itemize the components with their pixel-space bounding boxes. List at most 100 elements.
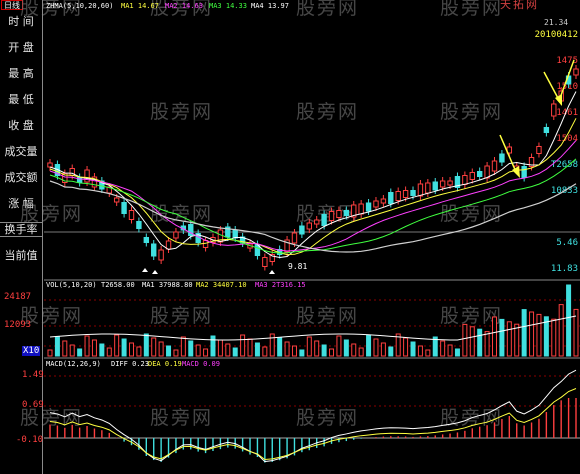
- candle-body: [113, 197, 120, 203]
- candle-body: [47, 162, 53, 168]
- candle-body: [343, 210, 350, 216]
- volume-bar: [210, 335, 216, 357]
- price-low-label: 9.81: [288, 262, 308, 271]
- volume-bar: [166, 345, 172, 357]
- watermark-text: 股旁网: [296, 203, 359, 225]
- volume-bar: [410, 341, 416, 357]
- watermark-text: 股旁网: [440, 203, 503, 225]
- candle-body: [373, 200, 379, 208]
- candle-body: [491, 160, 498, 172]
- candle-body: [299, 225, 305, 235]
- volume-bar: [343, 339, 349, 357]
- macd-axis-top: 1.49: [22, 370, 44, 380]
- volume-bar: [195, 344, 201, 357]
- volume-bar: [247, 338, 253, 357]
- candle-body: [314, 219, 320, 225]
- volume-bar: [454, 348, 460, 357]
- volume-bar: [477, 328, 483, 357]
- volume-bar: [380, 342, 386, 357]
- candle-body: [469, 172, 475, 180]
- volume-bar: [462, 323, 468, 357]
- volume-bar: [447, 344, 453, 357]
- volume-bar: [254, 342, 260, 357]
- watermark-text: 股旁网: [440, 0, 503, 19]
- ma3-value: MA3 14.33: [209, 2, 247, 10]
- low-marker: [152, 270, 158, 274]
- candle-body: [543, 127, 550, 133]
- candle-body: [262, 257, 268, 267]
- signal-arrow: [543, 71, 560, 101]
- candle-body: [536, 146, 542, 154]
- volume-bar: [366, 334, 372, 357]
- candle-body: [143, 237, 150, 243]
- candle-body: [121, 202, 127, 214]
- watermark-text: 股旁网: [296, 305, 359, 327]
- volume-bar: [403, 337, 409, 357]
- volume-bar: [240, 334, 246, 357]
- volume-bar: [521, 309, 527, 357]
- watermark-text: 股旁网: [296, 407, 359, 429]
- signal-arrowhead: [512, 166, 520, 178]
- candle-body: [447, 180, 453, 186]
- macd-value: MACD 0.09: [182, 360, 220, 368]
- volume-bar: [136, 346, 142, 357]
- low-marker: [269, 270, 275, 274]
- macd-axis-bottom: -0.10: [16, 435, 44, 445]
- vol-ma1: MA1 37988.80: [142, 281, 193, 289]
- volume-bar: [566, 284, 572, 357]
- kline-chart[interactable]: 股旁网 股旁网 股旁网 股旁网股旁网 股旁网 股旁网股旁网 股旁网 股旁网 股旁网股旁网 股旁网股…: [0, 0, 580, 474]
- volume-bar: [321, 344, 327, 357]
- candle-body: [476, 171, 483, 177]
- vol-indicator-label: VOL(5,10,20): [46, 281, 97, 289]
- candle-body: [395, 191, 401, 201]
- candle-body: [151, 243, 157, 257]
- volume-bar: [232, 347, 238, 357]
- candle-body: [484, 165, 490, 179]
- volume-bar: [277, 337, 283, 357]
- candle-body: [306, 222, 312, 230]
- volume-bar: [188, 340, 194, 357]
- volume-bar: [62, 340, 68, 357]
- volume-bar: [291, 345, 297, 357]
- volume-bar: [306, 336, 312, 357]
- candle-body: [136, 221, 142, 229]
- watermark-text: 股旁网: [150, 407, 213, 429]
- volume-bar: [558, 304, 564, 357]
- watermark-text: 股旁网: [20, 407, 83, 429]
- volume-bar: [373, 338, 379, 357]
- watermark-text: 股旁网: [296, 0, 359, 19]
- volume-bar: [484, 331, 490, 357]
- volume-bar: [284, 341, 290, 357]
- candle-body: [291, 232, 298, 244]
- candle-body: [417, 183, 424, 197]
- candle-body: [202, 240, 209, 248]
- volume-bar: [99, 343, 105, 357]
- ma2-value: MA2 14.63: [165, 2, 203, 10]
- volume-bar: [180, 336, 186, 357]
- volume-bar: [47, 349, 53, 357]
- volume-bar: [114, 334, 120, 357]
- candle-body: [462, 175, 468, 185]
- low-marker: [142, 268, 148, 272]
- volume-bar: [91, 339, 97, 357]
- vol-axis-mid: 12093: [4, 320, 32, 330]
- volume-bar: [106, 347, 112, 357]
- ma1-value: MA1 14.67: [121, 2, 159, 10]
- volume-bar: [299, 349, 305, 357]
- volume-bar: [529, 311, 535, 357]
- watermark-text: 股旁网: [440, 101, 503, 123]
- volume-bar: [54, 336, 60, 357]
- watermark-text: 股旁网: [20, 203, 83, 225]
- volume-bar: [158, 341, 164, 357]
- candle-body: [402, 190, 409, 198]
- volume-bar: [514, 323, 520, 357]
- candle-body: [328, 211, 335, 221]
- watermark-text: 股旁网: [150, 305, 213, 327]
- candle-body: [321, 214, 327, 226]
- volume-bar: [225, 343, 231, 357]
- volume-bar: [84, 335, 90, 357]
- candle-body: [439, 180, 446, 188]
- volume-bar: [351, 343, 357, 357]
- candle-body: [173, 231, 179, 239]
- candle-body: [232, 229, 238, 239]
